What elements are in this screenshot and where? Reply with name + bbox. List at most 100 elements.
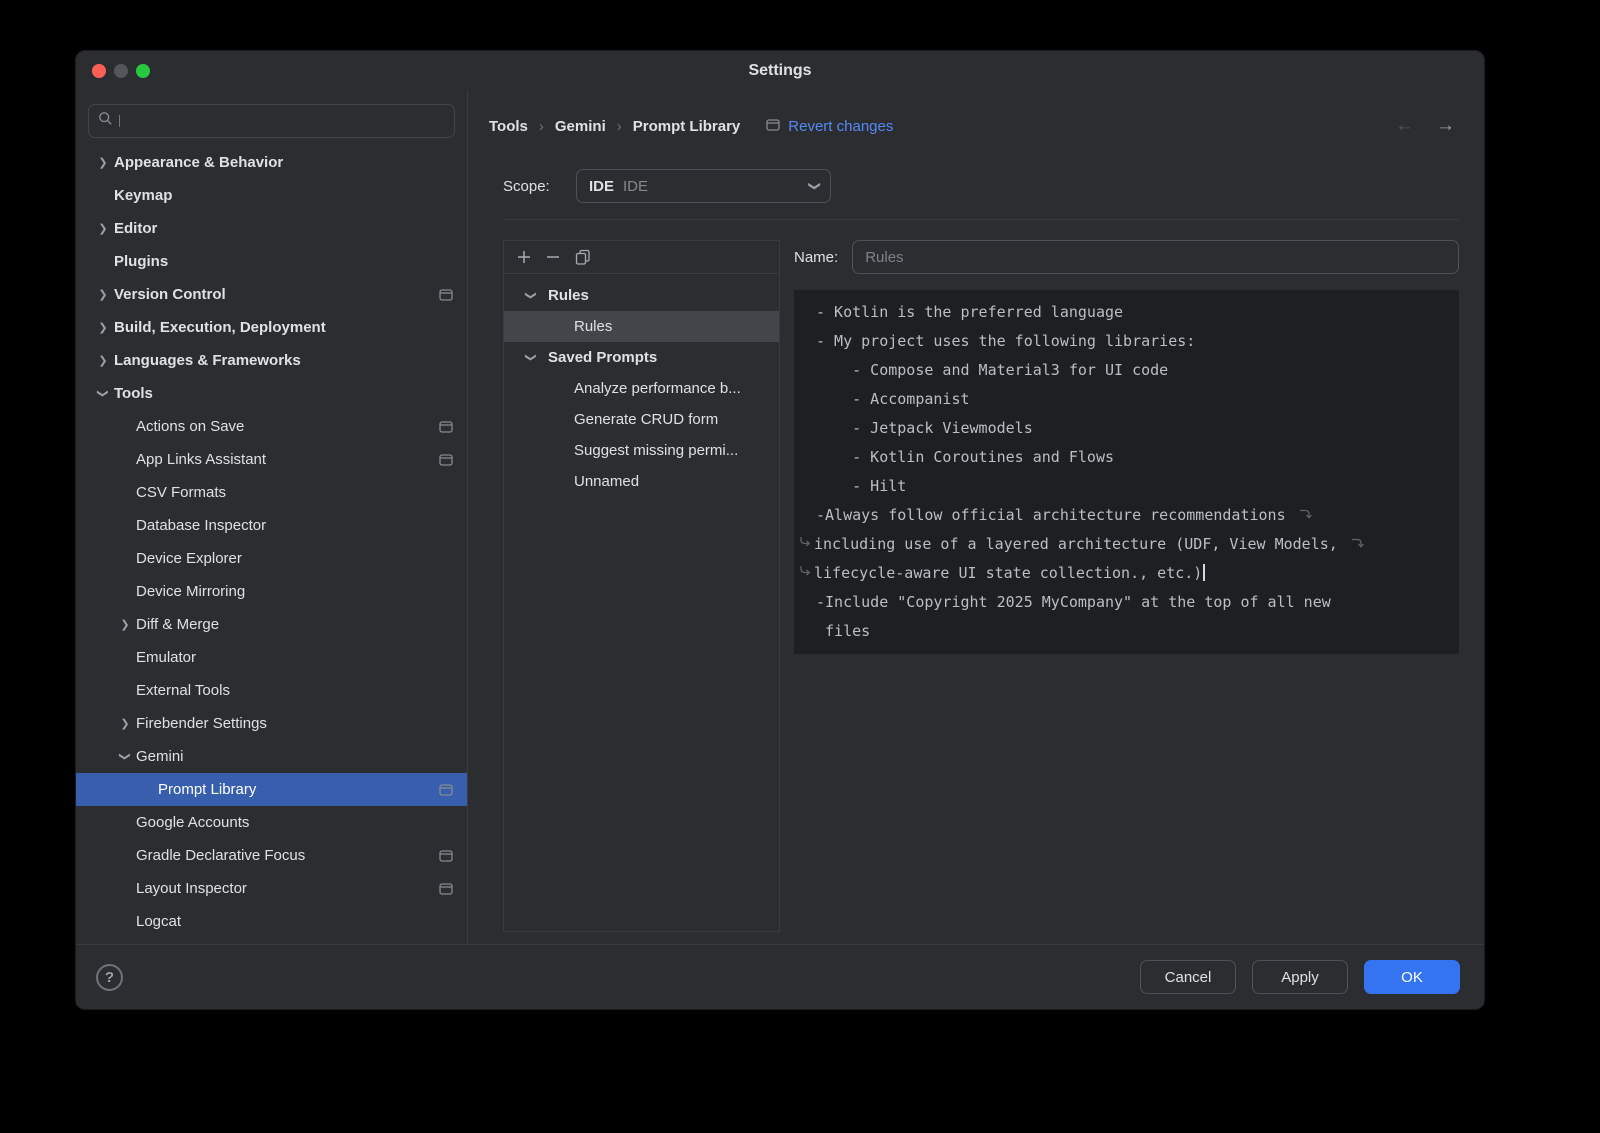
sidebar-item-gemini[interactable]: ❯Gemini xyxy=(76,740,467,773)
chevron-right-icon[interactable]: ❯ xyxy=(114,717,136,730)
sidebar-item-keymap[interactable]: Keymap xyxy=(76,179,467,212)
sidebar-item-languages-frameworks[interactable]: ❯Languages & Frameworks xyxy=(76,344,467,377)
sidebar-item-layout-inspector[interactable]: Layout Inspector xyxy=(76,872,467,905)
prompt-item-rules[interactable]: Rules xyxy=(504,311,779,342)
settings-tree: ❯Appearance & BehaviorKeymap❯EditorPlugi… xyxy=(76,138,467,938)
revert-changes-link[interactable]: Revert changes xyxy=(766,118,893,135)
breadcrumb: Tools › Gemini › Prompt Library xyxy=(489,118,740,135)
close-window-button[interactable] xyxy=(92,64,106,78)
sidebar-item-gradle-declarative-focus[interactable]: Gradle Declarative Focus xyxy=(76,839,467,872)
sidebar-item-label: Actions on Save xyxy=(136,418,244,435)
editor-line: -Always follow official architecture rec… xyxy=(816,501,1447,530)
sidebar-item-logcat[interactable]: Logcat xyxy=(76,905,467,938)
sidebar-item-label: Appearance & Behavior xyxy=(114,154,283,171)
sidebar-item-database-inspector[interactable]: Database Inspector xyxy=(76,509,467,542)
prompt-name-input[interactable] xyxy=(852,240,1459,274)
minimize-window-button[interactable] xyxy=(114,64,128,78)
sidebar-item-actions-on-save[interactable]: Actions on Save xyxy=(76,410,467,443)
sidebar-item-device-mirroring[interactable]: Device Mirroring xyxy=(76,575,467,608)
chevron-right-icon[interactable]: ❯ xyxy=(92,222,114,235)
footer-buttons: Cancel Apply OK xyxy=(1140,960,1460,994)
divider xyxy=(503,219,1459,220)
chevron-right-icon[interactable]: ❯ xyxy=(92,156,114,169)
editor-line: - Kotlin Coroutines and Flows xyxy=(816,443,1447,472)
prompt-group-saved-prompts[interactable]: ❯ Saved Prompts xyxy=(504,342,779,373)
add-prompt-button[interactable] xyxy=(517,250,531,264)
chevron-down-icon: ❯ xyxy=(808,181,822,191)
sidebar-item-app-links-assistant[interactable]: App Links Assistant xyxy=(76,443,467,476)
forward-arrow-icon[interactable]: → xyxy=(1436,115,1455,137)
breadcrumb-separator: › xyxy=(539,118,544,135)
chevron-down-icon[interactable]: ❯ xyxy=(97,383,110,405)
ok-button[interactable]: OK xyxy=(1364,960,1460,994)
prompt-item-suggest-missing-permi[interactable]: Suggest missing permi... xyxy=(504,435,779,466)
sidebar-item-label: Logcat xyxy=(136,913,181,930)
editor-line-text: lifecycle-aware UI state collection., et… xyxy=(814,564,1202,582)
scope-dropdown[interactable]: IDE IDE ❯ xyxy=(576,169,831,203)
chevron-right-icon[interactable]: ❯ xyxy=(114,618,136,631)
breadcrumb-separator: › xyxy=(617,118,622,135)
soft-wrap-icon xyxy=(1351,530,1364,559)
sidebar-item-plugins[interactable]: Plugins xyxy=(76,245,467,278)
settings-sidebar: ❯Appearance & BehaviorKeymap❯EditorPlugi… xyxy=(76,91,468,944)
sidebar-item-label: Languages & Frameworks xyxy=(114,352,301,369)
search-caret xyxy=(119,115,120,127)
sidebar-item-csv-formats[interactable]: CSV Formats xyxy=(76,476,467,509)
breadcrumb-item-prompt-library[interactable]: Prompt Library xyxy=(633,118,741,135)
editor-line-text: - My project uses the following librarie… xyxy=(816,332,1195,350)
remove-prompt-button[interactable] xyxy=(546,250,560,264)
prompt-text-editor[interactable]: - Kotlin is the preferred language- My p… xyxy=(794,290,1459,654)
apply-button[interactable]: Apply xyxy=(1252,960,1348,994)
sidebar-item-device-explorer[interactable]: Device Explorer xyxy=(76,542,467,575)
prompt-item-unnamed[interactable]: Unnamed xyxy=(504,466,779,497)
sidebar-item-label: Gradle Declarative Focus xyxy=(136,847,305,864)
editor-line-text: including use of a layered architecture … xyxy=(814,535,1347,553)
editor-line: - Compose and Material3 for UI code xyxy=(816,356,1447,385)
sidebar-item-build-execution-deployment[interactable]: ❯Build, Execution, Deployment xyxy=(76,311,467,344)
sidebar-item-label: Google Accounts xyxy=(136,814,249,831)
soft-wrap-icon xyxy=(798,559,814,588)
sidebar-item-diff-merge[interactable]: ❯Diff & Merge xyxy=(76,608,467,641)
prompt-item-generate-crud-form[interactable]: Generate CRUD form xyxy=(504,404,779,435)
sidebar-item-prompt-library[interactable]: Prompt Library xyxy=(76,773,467,806)
sidebar-item-google-accounts[interactable]: Google Accounts xyxy=(76,806,467,839)
back-arrow-icon[interactable]: ← xyxy=(1395,115,1414,137)
sidebar-item-emulator[interactable]: Emulator xyxy=(76,641,467,674)
editor-line: - Accompanist xyxy=(816,385,1447,414)
chevron-right-icon[interactable]: ❯ xyxy=(92,354,114,367)
chevron-down-icon[interactable]: ❯ xyxy=(525,285,538,307)
chevron-down-icon[interactable]: ❯ xyxy=(525,347,538,369)
modified-indicator-icon xyxy=(766,118,780,135)
prompt-item-analyze-performance-b[interactable]: Analyze performance b... xyxy=(504,373,779,404)
zoom-window-button[interactable] xyxy=(136,64,150,78)
editor-line-text: - Jetpack Viewmodels xyxy=(816,419,1033,437)
sidebar-item-label: Gemini xyxy=(136,748,184,765)
sidebar-item-version-control[interactable]: ❯Version Control xyxy=(76,278,467,311)
editor-line-text: - Hilt xyxy=(816,477,906,495)
sidebar-item-label: Tools xyxy=(114,385,153,402)
chevron-right-icon[interactable]: ❯ xyxy=(92,288,114,301)
prompt-group-rules[interactable]: ❯Rules xyxy=(504,280,779,311)
settings-search-box[interactable] xyxy=(88,104,455,138)
search-input[interactable] xyxy=(126,113,445,129)
prompt-list-toolbar xyxy=(504,241,779,274)
breadcrumb-item-gemini[interactable]: Gemini xyxy=(555,118,606,135)
sidebar-item-firebender-settings[interactable]: ❯Firebender Settings xyxy=(76,707,467,740)
chevron-down-icon[interactable]: ❯ xyxy=(119,746,132,768)
sidebar-item-label: Database Inspector xyxy=(136,517,266,534)
cancel-button[interactable]: Cancel xyxy=(1140,960,1236,994)
sidebar-item-appearance-behavior[interactable]: ❯Appearance & Behavior xyxy=(76,146,467,179)
sidebar-item-label: Keymap xyxy=(114,187,172,204)
breadcrumb-item-tools[interactable]: Tools xyxy=(489,118,528,135)
sidebar-item-label: Build, Execution, Deployment xyxy=(114,319,326,336)
prompt-tree: ❯RulesRules ❯ Saved Prompts Analyze perform… xyxy=(504,274,779,497)
sidebar-item-tools[interactable]: ❯Tools xyxy=(76,377,467,410)
prompt-tree-label: Saved Prompts xyxy=(548,349,657,366)
editor-line: - Jetpack Viewmodels xyxy=(816,414,1447,443)
sidebar-item-editor[interactable]: ❯Editor xyxy=(76,212,467,245)
duplicate-prompt-button[interactable] xyxy=(575,249,591,265)
help-button[interactable]: ? xyxy=(96,964,123,991)
chevron-right-icon[interactable]: ❯ xyxy=(92,321,114,334)
history-navigation: ← → xyxy=(1395,115,1459,137)
sidebar-item-external-tools[interactable]: External Tools xyxy=(76,674,467,707)
